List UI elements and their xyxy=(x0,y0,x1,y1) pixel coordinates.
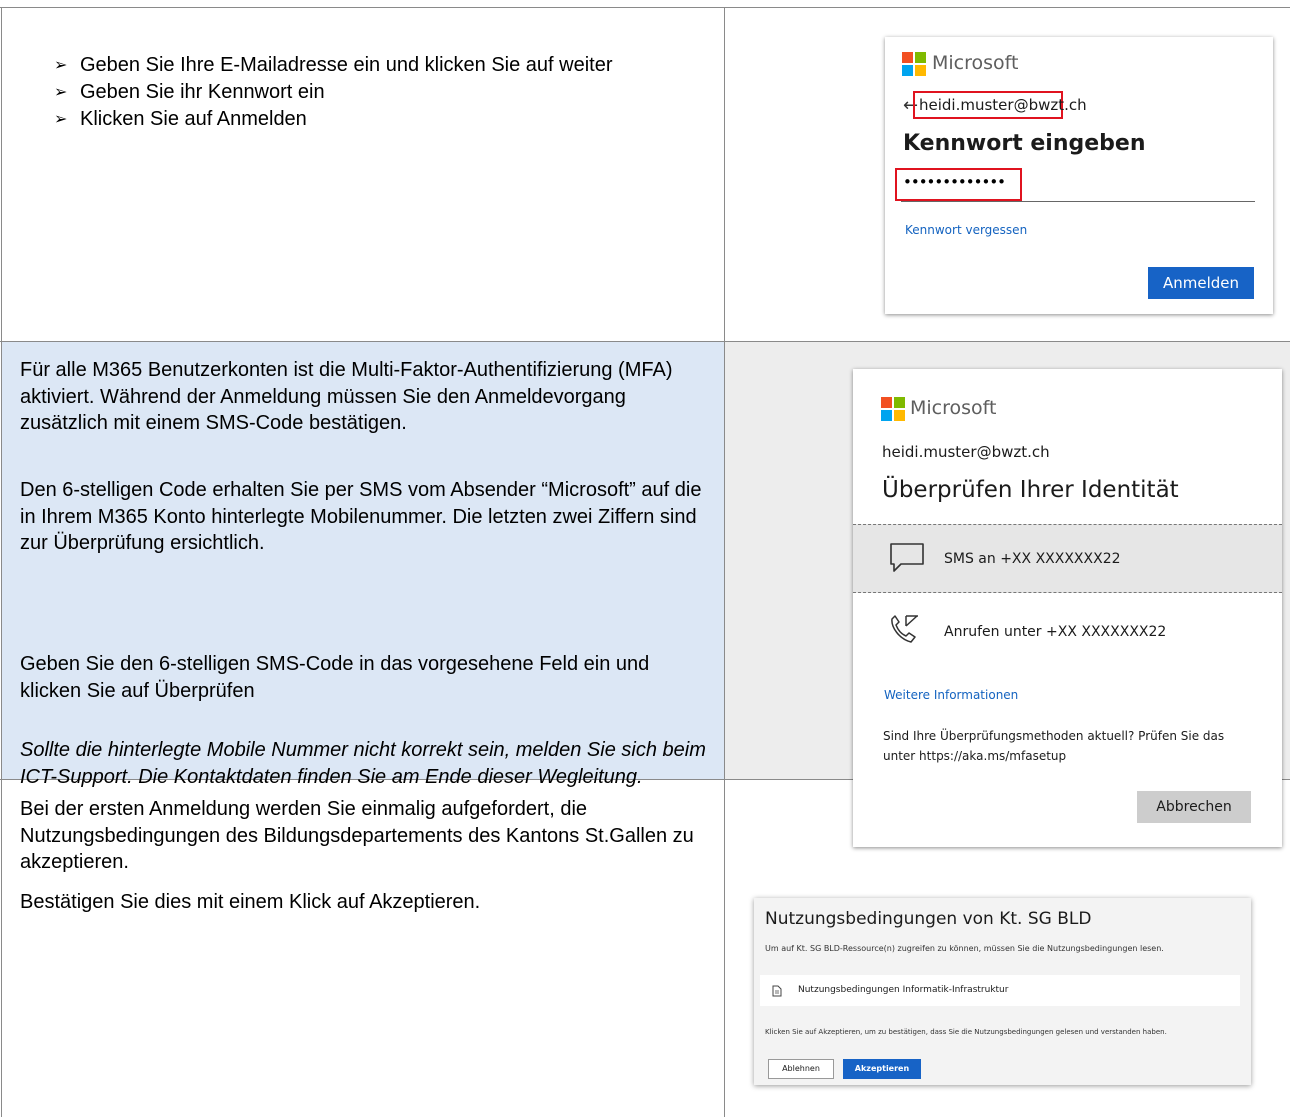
terms-intro-text: Um auf Kt. SG BLD-Ressource(n) zugreifen… xyxy=(765,944,1164,953)
verify-identity-card: Microsoft heidi.muster@bwzt.ch Überprüfe… xyxy=(853,369,1282,847)
password-card: Microsoft ← heidi.muster@bwzt.ch Kennwor… xyxy=(885,37,1273,314)
login-steps-list: ➢ Geben Sie Ihre E-Mailadresse ein und kl… xyxy=(54,52,613,133)
enter-code-paragraph: Geben Sie den 6-stelligen SMS-Code in da… xyxy=(20,653,650,702)
table-border-left xyxy=(1,7,2,1117)
email-display: heidi.muster@bwzt.ch xyxy=(882,443,1050,461)
list-item: ➢ Geben Sie Ihre E-Mailadresse ein und kl… xyxy=(54,52,613,79)
terms-title: Nutzungsbedingungen von Kt. SG BLD xyxy=(765,909,1092,929)
support-note-paragraph: Sollte die hinterlegte Mobile Nummer nic… xyxy=(20,739,706,788)
arrow-bullet-icon: ➢ xyxy=(54,111,68,128)
list-item: ➢ Geben Sie ihr Kennwort ein xyxy=(54,79,613,106)
check-methods-text: Sind Ihre Überprüfungsmethoden aktuell? … xyxy=(883,729,1225,763)
microsoft-brand-text: Microsoft xyxy=(932,52,1019,74)
document-icon xyxy=(772,985,782,997)
mfa-intro-paragraph: Für alle M365 Benutzerkonten ist die Mul… xyxy=(20,359,673,434)
phone-call-icon xyxy=(891,615,918,643)
decline-button[interactable]: Ablehnen xyxy=(768,1059,834,1079)
terms-intro-paragraph: Bei der ersten Anmeldung werden Sie einm… xyxy=(20,798,694,873)
table-row-divider-1 xyxy=(0,341,1290,342)
microsoft-brand-text: Microsoft xyxy=(910,397,997,419)
sms-code-paragraph: Den 6-stelligen Code erhalten Sie per SM… xyxy=(20,479,702,554)
forgot-password-link[interactable]: Kennwort vergessen xyxy=(905,223,1027,237)
email-display: heidi.muster@bwzt.ch xyxy=(919,96,1087,114)
table-column-divider xyxy=(724,7,725,1117)
confirm-text: Klicken Sie auf Akzeptieren, um zu bestä… xyxy=(765,1028,1167,1036)
more-info-link[interactable]: Weitere Informationen xyxy=(884,688,1018,702)
list-item: ➢ Klicken Sie auf Anmelden xyxy=(54,106,613,133)
sms-option[interactable]: SMS an +XX XXXXXXX22 xyxy=(853,524,1282,593)
terms-card: Nutzungsbedingungen von Kt. SG BLD Um au… xyxy=(754,898,1251,1085)
chat-bubble-icon xyxy=(890,543,924,572)
page-title: Kennwort eingeben xyxy=(903,131,1146,156)
sms-option-label: SMS an +XX XXXXXXX22 xyxy=(944,551,1121,567)
table-border-top xyxy=(0,7,1290,8)
terms-document-row[interactable]: Nutzungsbedingungen Informatik-Infrastru… xyxy=(760,975,1240,1006)
terms-document-link[interactable]: Nutzungsbedingungen Informatik-Infrastru… xyxy=(798,985,1008,995)
microsoft-logo-icon xyxy=(881,397,905,421)
cancel-button[interactable]: Abbrechen xyxy=(1137,791,1251,823)
page-title: Überprüfen Ihrer Identität xyxy=(882,477,1179,503)
accept-button[interactable]: Akzeptieren xyxy=(843,1059,921,1079)
signin-button[interactable]: Anmelden xyxy=(1148,267,1254,299)
microsoft-logo-icon xyxy=(902,52,926,76)
arrow-bullet-icon: ➢ xyxy=(54,84,68,101)
arrow-bullet-icon: ➢ xyxy=(54,57,68,74)
accept-instruction-paragraph: Bestätigen Sie dies mit einem Klick auf … xyxy=(20,891,481,913)
call-option[interactable]: Anrufen unter +XX XXXXXXX22 xyxy=(853,593,1282,663)
password-input[interactable]: ••••••••••••• xyxy=(903,173,1006,191)
call-option-label: Anrufen unter +XX XXXXXXX22 xyxy=(944,624,1167,640)
